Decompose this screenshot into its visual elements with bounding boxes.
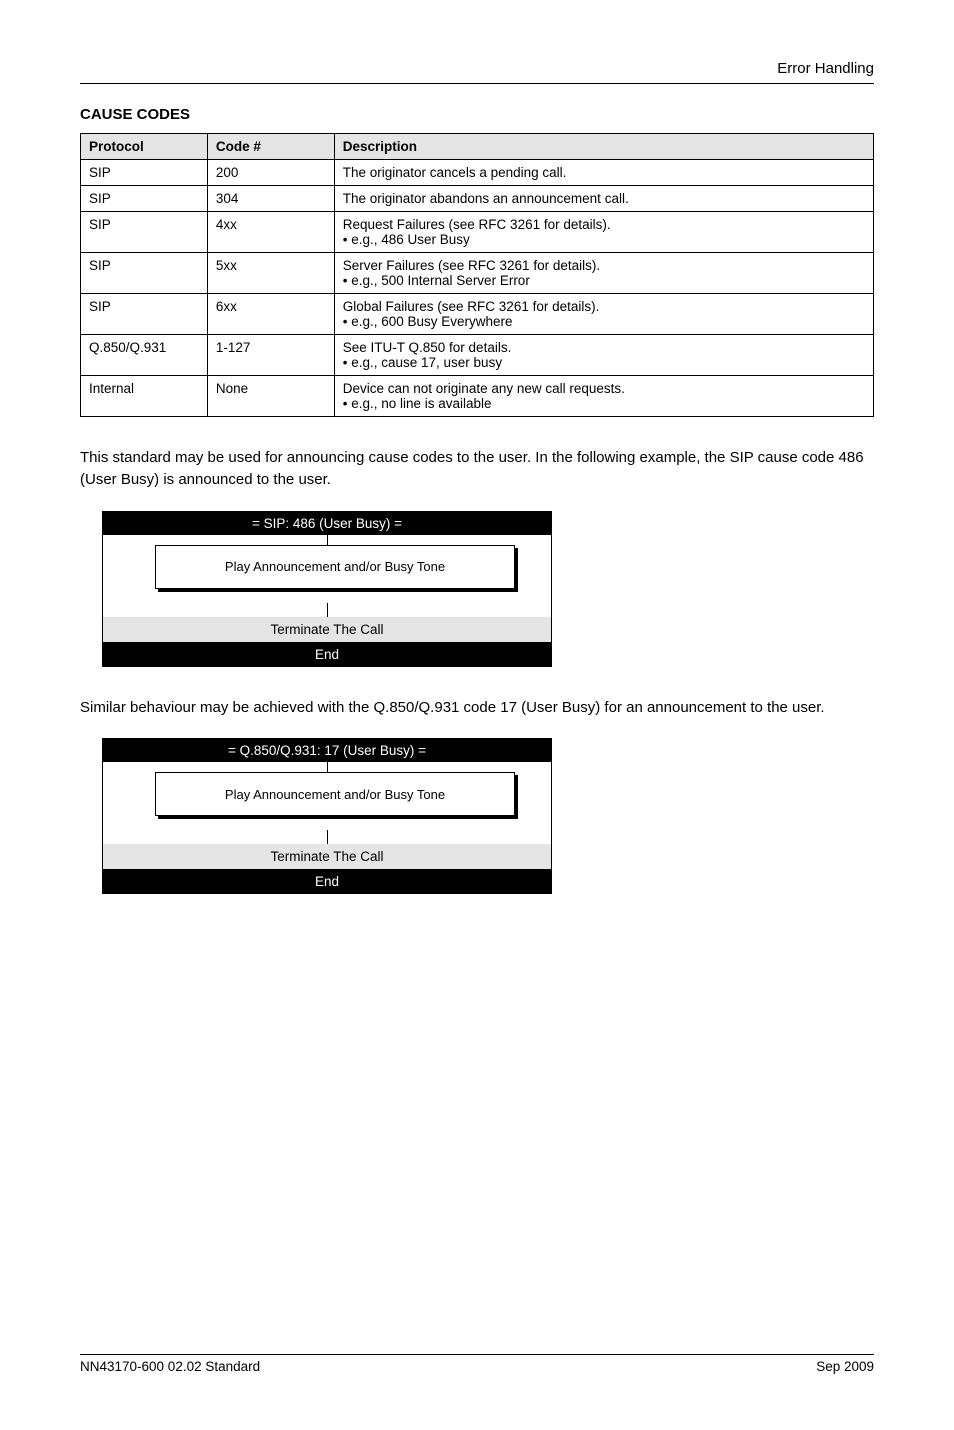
cell-protocol: SIP [81, 160, 208, 186]
diagram-end-label: End [103, 642, 551, 666]
table-row: SIP 4xx Request Failures (see RFC 3261 f… [81, 212, 874, 253]
cell-code: 1-127 [207, 335, 334, 376]
section-title: CAUSE CODES [80, 106, 874, 123]
diagram-mid-label: Terminate The Call [103, 844, 551, 869]
paragraph-2: Similar behaviour may be achieved with t… [80, 697, 874, 719]
col-description: Description [334, 134, 873, 160]
footer-left: NN43170-600 02.02 Standard [80, 1359, 260, 1374]
cell-desc: Request Failures (see RFC 3261 for detai… [334, 212, 873, 253]
page-footer: NN43170-600 02.02 Standard Sep 2009 [80, 1347, 874, 1374]
table-row: Internal None Device can not originate a… [81, 376, 874, 417]
footer-rule [80, 1354, 874, 1355]
footer-right: Sep 2009 [816, 1359, 874, 1374]
diagram-q850-17: = Q.850/Q.931: 17 (User Busy) = Play Ann… [102, 738, 552, 894]
col-protocol: Protocol [81, 134, 208, 160]
table-row: SIP 5xx Server Failures (see RFC 3261 fo… [81, 253, 874, 294]
cell-desc: The originator cancels a pending call. [334, 160, 873, 186]
table-row: Q.850/Q.931 1-127 See ITU-T Q.850 for de… [81, 335, 874, 376]
cell-code: None [207, 376, 334, 417]
diagram-body: Play Announcement and/or Busy Tone [103, 762, 551, 844]
diagram-mid-label: Terminate The Call [103, 617, 551, 642]
diagram-action-box: Play Announcement and/or Busy Tone [155, 772, 515, 816]
col-code: Code # [207, 134, 334, 160]
cell-desc: Server Failures (see RFC 3261 for detail… [334, 253, 873, 294]
cause-codes-table: Protocol Code # Description SIP 200 The … [80, 133, 874, 417]
paragraph-1: This standard may be used for announcing… [80, 447, 874, 491]
diagram-title: = SIP: 486 (User Busy) = [103, 511, 551, 535]
table-row: SIP 200 The originator cancels a pending… [81, 160, 874, 186]
cell-desc: See ITU-T Q.850 for details.• e.g., caus… [334, 335, 873, 376]
diagram-body: Play Announcement and/or Busy Tone [103, 535, 551, 617]
header-rule [80, 83, 874, 84]
cell-protocol: SIP [81, 186, 208, 212]
cell-protocol: SIP [81, 253, 208, 294]
cell-protocol: Q.850/Q.931 [81, 335, 208, 376]
cell-desc: Device can not originate any new call re… [334, 376, 873, 417]
cell-code: 5xx [207, 253, 334, 294]
diagram-title: = Q.850/Q.931: 17 (User Busy) = [103, 738, 551, 762]
diagram-sip-486: = SIP: 486 (User Busy) = Play Announceme… [102, 511, 552, 667]
cell-desc: The originator abandons an announcement … [334, 186, 873, 212]
cell-protocol: SIP [81, 212, 208, 253]
table-row: SIP 304 The originator abandons an annou… [81, 186, 874, 212]
cell-code: 304 [207, 186, 334, 212]
diagram-action-box: Play Announcement and/or Busy Tone [155, 545, 515, 589]
table-row: SIP 6xx Global Failures (see RFC 3261 fo… [81, 294, 874, 335]
cell-code: 6xx [207, 294, 334, 335]
cell-protocol: Internal [81, 376, 208, 417]
header-right: Error Handling [80, 60, 874, 77]
cell-desc: Global Failures (see RFC 3261 for detail… [334, 294, 873, 335]
table-header-row: Protocol Code # Description [81, 134, 874, 160]
diagram-end-label: End [103, 869, 551, 893]
cell-code: 200 [207, 160, 334, 186]
cell-code: 4xx [207, 212, 334, 253]
cell-protocol: SIP [81, 294, 208, 335]
